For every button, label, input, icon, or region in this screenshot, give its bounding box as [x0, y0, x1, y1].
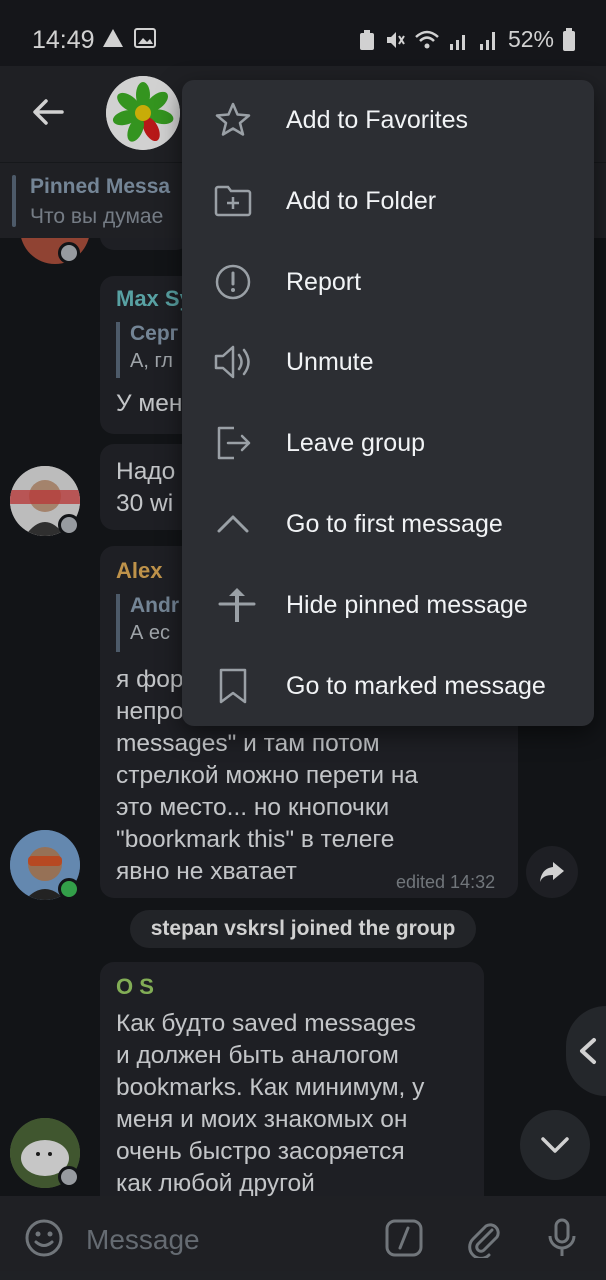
bookmark-icon — [212, 665, 254, 707]
chat-options-menu: Add to Favorites Add to Folder Report Un… — [182, 80, 594, 726]
menu-item-add-to-favorites[interactable]: Add to Favorites — [182, 80, 594, 160]
report-icon — [212, 261, 254, 303]
speaker-icon — [212, 341, 254, 383]
chevron-up-icon — [212, 503, 254, 545]
star-icon — [212, 99, 254, 141]
menu-item-report[interactable]: Report — [182, 242, 594, 322]
unpin-icon — [216, 584, 258, 626]
menu-item-go-to-marked-message[interactable]: Go to marked message — [182, 646, 594, 726]
leave-icon — [212, 422, 254, 464]
folder-plus-icon — [212, 180, 254, 222]
menu-item-hide-pinned-message[interactable]: Hide pinned message — [182, 565, 594, 645]
menu-item-go-to-first-message[interactable]: Go to first message — [182, 484, 594, 564]
menu-item-unmute[interactable]: Unmute — [182, 322, 594, 402]
menu-item-add-to-folder[interactable]: Add to Folder — [182, 161, 594, 241]
menu-item-leave-group[interactable]: Leave group — [182, 403, 594, 483]
